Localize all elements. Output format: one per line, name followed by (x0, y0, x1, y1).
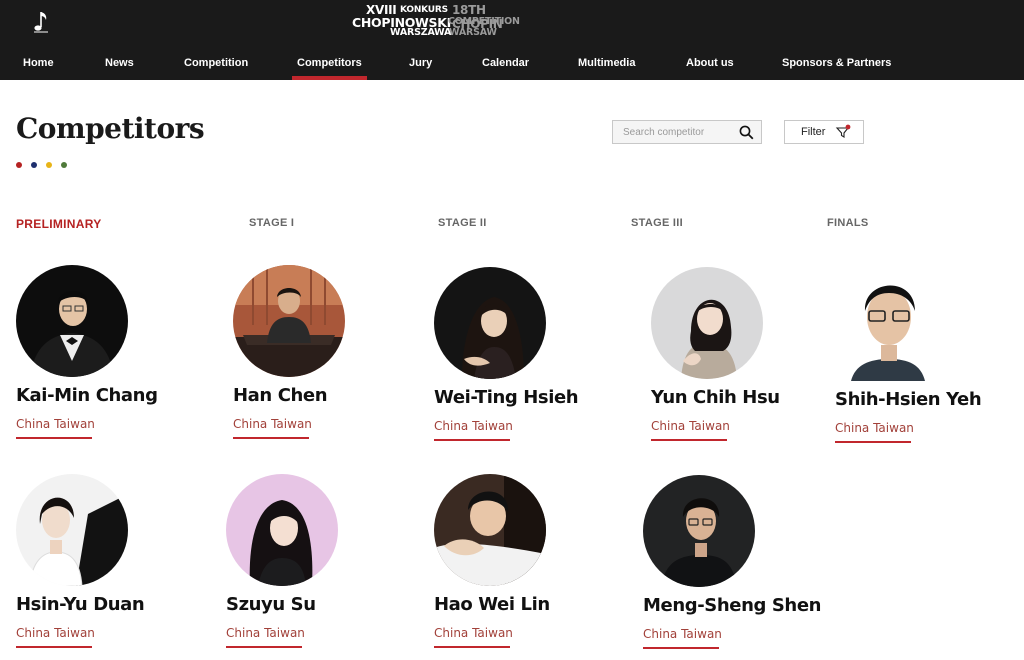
nav-item-competitors[interactable]: Competitors (292, 57, 367, 80)
search-icon[interactable] (739, 125, 754, 140)
piano-note-icon[interactable] (28, 8, 52, 36)
nav-item-home[interactable]: Home (23, 57, 54, 80)
dot-navy (31, 162, 37, 168)
competitor-photo[interactable] (233, 265, 345, 377)
nav-item-sponsors-partners[interactable]: Sponsors & Partners (782, 57, 891, 80)
competitor-card[interactable]: Meng-Sheng Shen China Taiwan (643, 475, 833, 655)
nav-item-news[interactable]: News (105, 57, 134, 80)
search-input[interactable] (613, 121, 733, 143)
tab-stage-ii[interactable]: STAGE II (438, 217, 487, 229)
name-underline (16, 437, 92, 439)
competitor-country: China Taiwan (16, 417, 95, 431)
dot-red (16, 162, 22, 168)
competitor-card[interactable]: Yun Chih Hsu China Taiwan (651, 267, 841, 447)
name-underline (434, 646, 510, 648)
page-title: Competitors (16, 112, 205, 145)
competitor-card[interactable]: Hao Wei Lin China Taiwan (434, 474, 624, 654)
logo-konkurs: KONKURS (400, 5, 448, 15)
competitor-photo[interactable] (643, 475, 755, 587)
logo-city: WARSZAWA (390, 27, 452, 38)
name-underline (226, 646, 302, 648)
search-box (612, 120, 762, 144)
name-underline (835, 441, 911, 443)
nav-item-competition[interactable]: Competition (184, 57, 248, 80)
competitor-country: China Taiwan (226, 626, 305, 640)
competitor-card[interactable]: Hsin-Yu Duan China Taiwan (16, 474, 206, 654)
filter-button[interactable]: Filter (784, 120, 864, 144)
nav-item-about-us[interactable]: About us (686, 57, 734, 80)
name-underline (16, 646, 92, 648)
name-underline (643, 647, 719, 649)
competitor-photo[interactable] (434, 474, 546, 586)
competitor-name[interactable]: Hao Wei Lin (434, 594, 550, 615)
competitor-card[interactable]: Wei-Ting Hsieh China Taiwan (434, 267, 624, 447)
competitor-name[interactable]: Yun Chih Hsu (651, 387, 780, 408)
tab-stage-i[interactable]: STAGE I (249, 217, 294, 229)
competitor-photo[interactable] (16, 474, 128, 586)
competitor-card[interactable]: Han Chen China Taiwan (233, 265, 423, 445)
competitor-name[interactable]: Meng-Sheng Shen (643, 595, 821, 616)
competitor-country: China Taiwan (651, 419, 730, 433)
competitor-photo[interactable] (226, 474, 338, 586)
logo-competition: COMPETITION (448, 16, 520, 27)
dot-green (61, 162, 67, 168)
competitor-card[interactable]: Kai-Min Chang China Taiwan (16, 265, 206, 445)
competition-logo[interactable]: XVIII KONKURS 18TH CHOPIN CHOPINOWSKI CO… (352, 3, 532, 41)
competitor-country: China Taiwan (434, 626, 513, 640)
logo-city-en: WARSAW (449, 27, 497, 38)
competitor-photo[interactable] (651, 267, 763, 379)
tab-stage-iii[interactable]: STAGE III (631, 217, 683, 229)
name-underline (233, 437, 309, 439)
name-underline (651, 439, 727, 441)
competitor-card[interactable]: Shih-Hsien Yeh China Taiwan (835, 269, 1024, 449)
competitor-country: China Taiwan (835, 421, 914, 435)
dot-yellow (46, 162, 52, 168)
tab-preliminary[interactable]: PRELIMINARY (16, 217, 102, 231)
filter-icon (835, 124, 851, 138)
nav-item-calendar[interactable]: Calendar (482, 57, 529, 80)
site-header: XVIII KONKURS 18TH CHOPIN CHOPINOWSKI CO… (0, 0, 1024, 80)
competitor-name[interactable]: Szuyu Su (226, 594, 316, 615)
competitor-name[interactable]: Shih-Hsien Yeh (835, 389, 982, 410)
filter-label: Filter (801, 126, 826, 138)
competitor-photo[interactable] (835, 269, 947, 381)
competitor-country: China Taiwan (16, 626, 95, 640)
nav-item-multimedia[interactable]: Multimedia (578, 57, 635, 80)
competitor-name[interactable]: Hsin-Yu Duan (16, 594, 145, 615)
competitor-card[interactable]: Szuyu Su China Taiwan (226, 474, 416, 654)
competitor-name[interactable]: Kai-Min Chang (16, 385, 158, 406)
competitor-photo[interactable] (434, 267, 546, 379)
tab-finals[interactable]: FINALS (827, 217, 869, 229)
competitor-country: China Taiwan (643, 627, 722, 641)
name-underline (434, 439, 510, 441)
competitor-name[interactable]: Han Chen (233, 385, 328, 406)
competitor-name[interactable]: Wei-Ting Hsieh (434, 387, 579, 408)
competitor-photo[interactable] (16, 265, 128, 377)
nav-item-jury[interactable]: Jury (409, 57, 432, 80)
competitor-country: China Taiwan (434, 419, 513, 433)
competitor-country: China Taiwan (233, 417, 312, 431)
